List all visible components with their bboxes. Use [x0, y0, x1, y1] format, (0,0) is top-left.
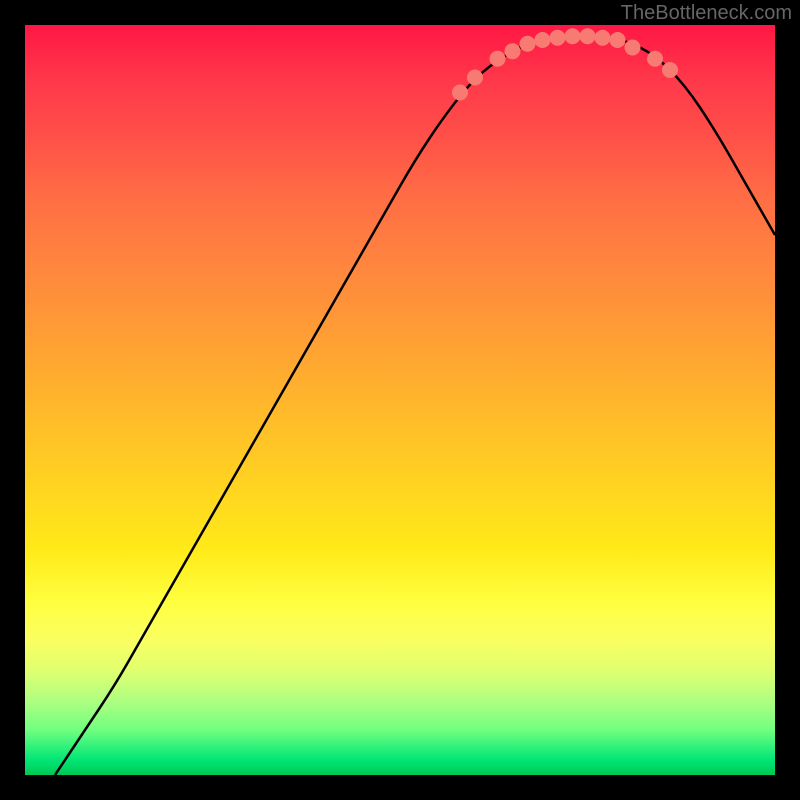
data-dot — [550, 30, 566, 46]
data-dot — [490, 51, 506, 67]
attribution-text: TheBottleneck.com — [621, 2, 792, 25]
data-dot — [647, 51, 663, 67]
bottleneck-curve — [55, 36, 775, 775]
data-dot — [452, 85, 468, 101]
data-dot — [467, 70, 483, 86]
data-dot — [662, 62, 678, 78]
chart-svg — [25, 25, 775, 775]
chart-container — [25, 25, 775, 775]
data-dots — [452, 28, 678, 100]
data-dot — [520, 36, 536, 52]
data-dot — [505, 43, 521, 59]
data-dot — [565, 28, 581, 44]
data-dot — [625, 40, 641, 56]
data-dot — [580, 28, 596, 44]
data-dot — [610, 32, 626, 48]
data-dot — [595, 30, 611, 46]
data-dot — [535, 32, 551, 48]
